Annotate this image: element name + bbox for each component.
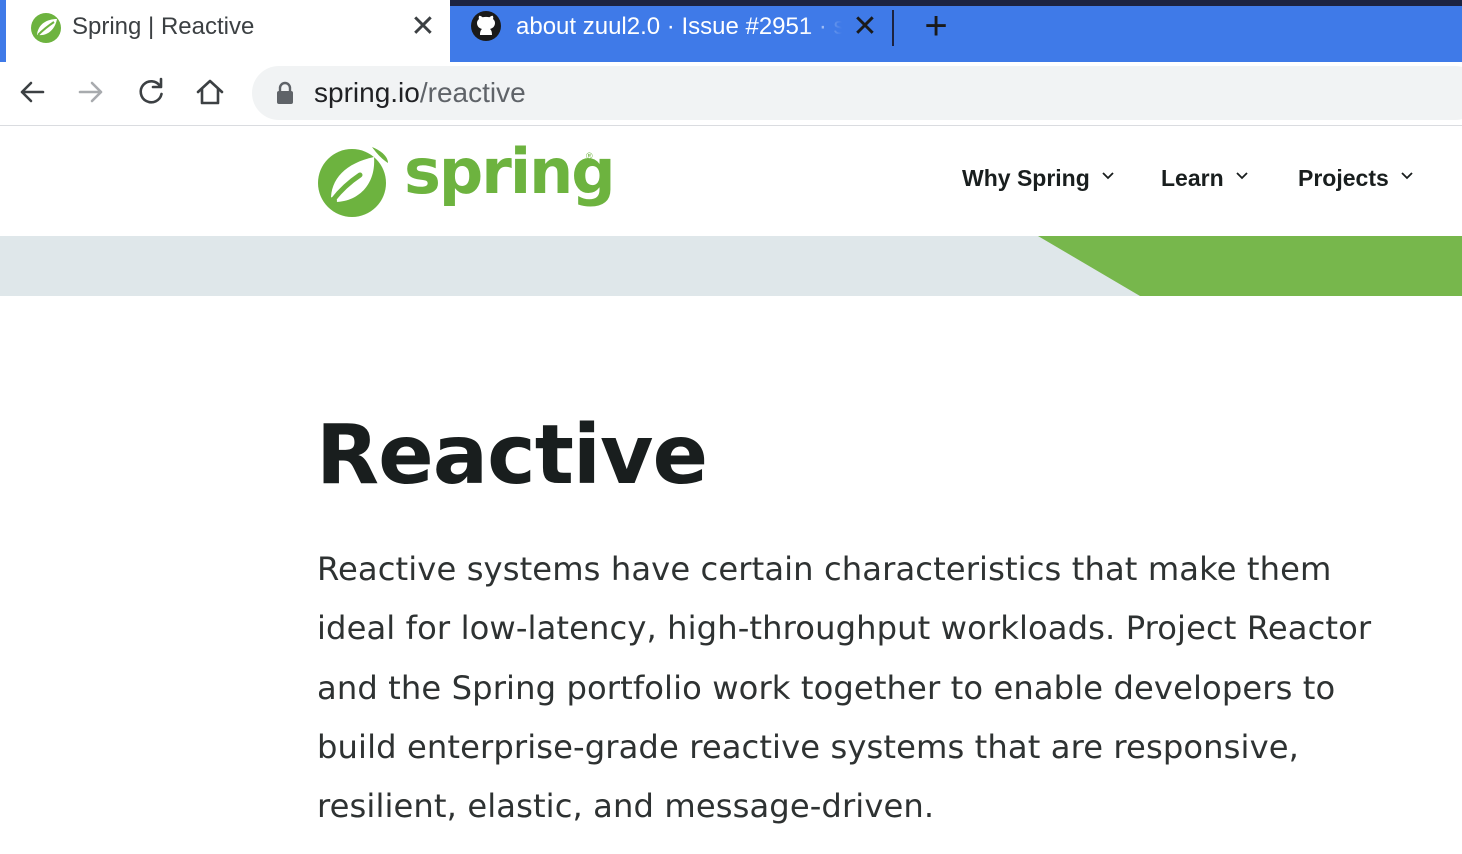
tab-title: Spring | Reactive (72, 13, 255, 40)
tab-spring-reactive[interactable]: Spring | Reactive ✕ (6, 0, 450, 62)
tab-github-issue[interactable]: about zuul2.0 · Issue #2951 · sp ✕ (452, 6, 892, 62)
nav-label: Projects (1298, 165, 1389, 191)
banner-accent-shape (1038, 236, 1462, 296)
home-button[interactable] (192, 74, 228, 110)
browser-toolbar: spring.io/reactive (0, 62, 1462, 126)
hero-banner-strip (0, 236, 1462, 296)
nav-projects[interactable]: Projects (1298, 165, 1415, 195)
spring-leaf-icon (316, 143, 392, 219)
forward-button[interactable] (73, 74, 109, 110)
tab-divider (892, 10, 894, 46)
page-title: Reactive (316, 408, 708, 503)
tab-title: about zuul2.0 · Issue #2951 · sp (516, 13, 842, 40)
chevron-down-icon (1102, 172, 1114, 180)
site-header: spring ® Why Spring Learn Projects (0, 127, 1462, 236)
spring-logo[interactable]: spring ® (316, 135, 616, 219)
close-tab-button[interactable]: ✕ (408, 12, 438, 42)
intro-paragraph: Reactive systems have certain characteri… (317, 550, 1372, 826)
nav-label: Why Spring (962, 165, 1090, 191)
lock-icon (274, 80, 296, 106)
arrow-right-icon (78, 81, 103, 103)
nav-learn[interactable]: Learn (1161, 165, 1250, 195)
home-icon (196, 79, 224, 105)
reload-button[interactable] (133, 74, 169, 110)
logo-wordmark: spring (404, 135, 616, 208)
nav-why-spring[interactable]: Why Spring (962, 165, 1116, 195)
url-path: /reactive (419, 77, 526, 108)
arrow-left-icon (20, 81, 45, 103)
github-icon (470, 10, 502, 42)
new-tab-button[interactable]: + (918, 6, 954, 46)
url-text: spring.io/reactive (314, 77, 526, 109)
chevron-down-icon (1236, 172, 1248, 180)
url-domain: spring.io (314, 77, 420, 108)
address-bar[interactable]: spring.io/reactive (252, 66, 1462, 120)
nav-label: Learn (1161, 165, 1224, 191)
spring-leaf-icon (28, 10, 64, 46)
chevron-down-icon (1401, 172, 1413, 180)
registered-mark: ® (586, 151, 593, 161)
reload-icon (139, 77, 163, 104)
close-tab-button[interactable]: ✕ (850, 12, 880, 42)
tab-strip: Spring | Reactive ✕ about zuul2.0 · Issu… (0, 0, 1462, 62)
back-button[interactable] (14, 74, 50, 110)
